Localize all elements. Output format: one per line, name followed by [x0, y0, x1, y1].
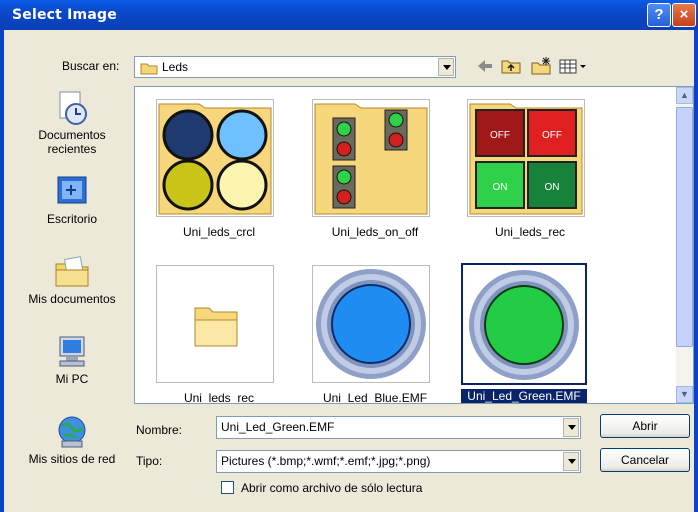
my-documents-icon — [55, 256, 89, 287]
place-recent-documents[interactable]: Documentos recientes — [16, 90, 128, 156]
new-folder-icon[interactable] — [530, 56, 552, 76]
blue-led-image — [316, 269, 426, 379]
help-button[interactable]: ? — [647, 3, 671, 27]
look-in-value: Leds — [162, 60, 189, 74]
place-my-documents[interactable]: Mis documentos — [16, 254, 128, 306]
filename-label: Nombre: — [136, 423, 183, 437]
file-label: Uni_leds_crcl — [182, 225, 256, 239]
file-item-uni-led-green[interactable]: Uni_Led_Green.EMF — [461, 263, 587, 403]
led-on-text: ON — [493, 182, 508, 193]
file-item-uni-leds-crcl[interactable]: Uni_leds_crcl — [156, 99, 282, 239]
place-label: Documentos recientes — [38, 128, 106, 156]
desktop-icon — [57, 176, 87, 204]
file-label: Uni_Led_Blue.EMF — [322, 391, 428, 404]
file-thumbnail — [312, 265, 430, 383]
led-off-text: OFF — [490, 130, 510, 141]
folder-thumbnail-image: OFF OFF ON ON — [469, 103, 583, 215]
up-folder-icon[interactable] — [500, 56, 522, 76]
folder-icon — [194, 307, 238, 347]
file-label: Uni_leds_rec — [183, 391, 255, 404]
file-label: Uni_Led_Green.EMF — [461, 389, 587, 403]
green-led-image — [469, 270, 579, 380]
back-arrow-icon[interactable] — [476, 56, 494, 76]
filetype-select[interactable]: Pictures (*.bmp;*.wmf;*.emf;*.jpg;*.png) — [216, 450, 581, 473]
network-places-icon — [58, 416, 86, 448]
place-label: Mis documentos — [28, 292, 116, 306]
filename-dropdown-arrow[interactable] — [563, 418, 579, 437]
look-in-dropdown-arrow[interactable] — [438, 58, 454, 76]
window-border-right — [694, 30, 698, 512]
readonly-checkbox[interactable] — [221, 481, 234, 494]
scroll-down-button[interactable]: ▼ — [676, 386, 693, 403]
recent-documents-icon — [59, 91, 87, 125]
place-my-computer[interactable]: Mi PC — [16, 334, 128, 386]
cancel-button[interactable]: Cancelar — [600, 448, 690, 472]
file-list[interactable]: Uni_leds_crcl Uni_leds_on_off OFF OFF ON… — [134, 86, 694, 404]
file-label: Uni_leds_rec — [494, 225, 566, 239]
filetype-label: Tipo: — [136, 454, 163, 468]
folder-thumbnail-image — [158, 103, 272, 215]
readonly-label: Abrir como archivo de sólo lectura — [241, 481, 423, 495]
file-item-uni-led-blue[interactable]: Uni_Led_Blue.EMF — [312, 265, 438, 404]
filetype-value: Pictures (*.bmp;*.wmf;*.emf;*.jpg;*.png) — [221, 454, 431, 468]
close-button[interactable]: × — [672, 3, 696, 27]
file-item-uni-leds-rec[interactable]: OFF OFF ON ON Uni_leds_rec — [467, 99, 593, 239]
file-thumbnail — [461, 263, 587, 385]
place-label: Mis sitios de red — [28, 452, 116, 466]
scroll-thumb[interactable] — [676, 107, 693, 347]
place-desktop[interactable]: Escritorio — [16, 174, 128, 226]
open-button[interactable]: Abrir — [600, 414, 690, 438]
views-menu-icon[interactable] — [558, 56, 590, 76]
scroll-up-button[interactable]: ▲ — [676, 87, 693, 104]
look-in-label: Buscar en: — [62, 59, 120, 73]
file-thumbnail — [312, 99, 430, 217]
file-thumbnail: OFF OFF ON ON — [467, 99, 585, 217]
place-network-places[interactable]: Mis sitios de red — [16, 414, 128, 466]
vertical-scrollbar[interactable]: ▲ ▼ — [676, 87, 693, 403]
filetype-dropdown-arrow[interactable] — [563, 452, 579, 471]
window-title: Select Image — [12, 7, 117, 23]
file-thumbnail — [156, 265, 274, 383]
file-item-uni-leds-on-off[interactable]: Uni_leds_on_off — [312, 99, 438, 239]
file-thumbnail — [156, 99, 274, 217]
window-border-left — [0, 30, 4, 512]
select-image-dialog: Select Image ? × Buscar en: Leds Documen… — [0, 0, 698, 512]
place-label: Escritorio — [46, 212, 97, 226]
file-label: Uni_leds_on_off — [331, 225, 419, 239]
folder-icon — [140, 63, 158, 75]
look-in-dropdown[interactable]: Leds — [134, 56, 456, 78]
filename-input[interactable]: Uni_Led_Green.EMF — [216, 416, 581, 439]
title-bar: Select Image ? × — [0, 0, 698, 30]
filename-value: Uni_Led_Green.EMF — [221, 420, 335, 434]
place-label: Mi PC — [55, 372, 89, 386]
led-off-text: OFF — [542, 130, 562, 141]
folder-thumbnail-image — [314, 103, 428, 215]
file-item-uni-leds-rec-folder[interactable]: Uni_leds_rec — [156, 265, 282, 404]
my-computer-icon — [59, 336, 85, 367]
led-on-text: ON — [545, 182, 560, 193]
